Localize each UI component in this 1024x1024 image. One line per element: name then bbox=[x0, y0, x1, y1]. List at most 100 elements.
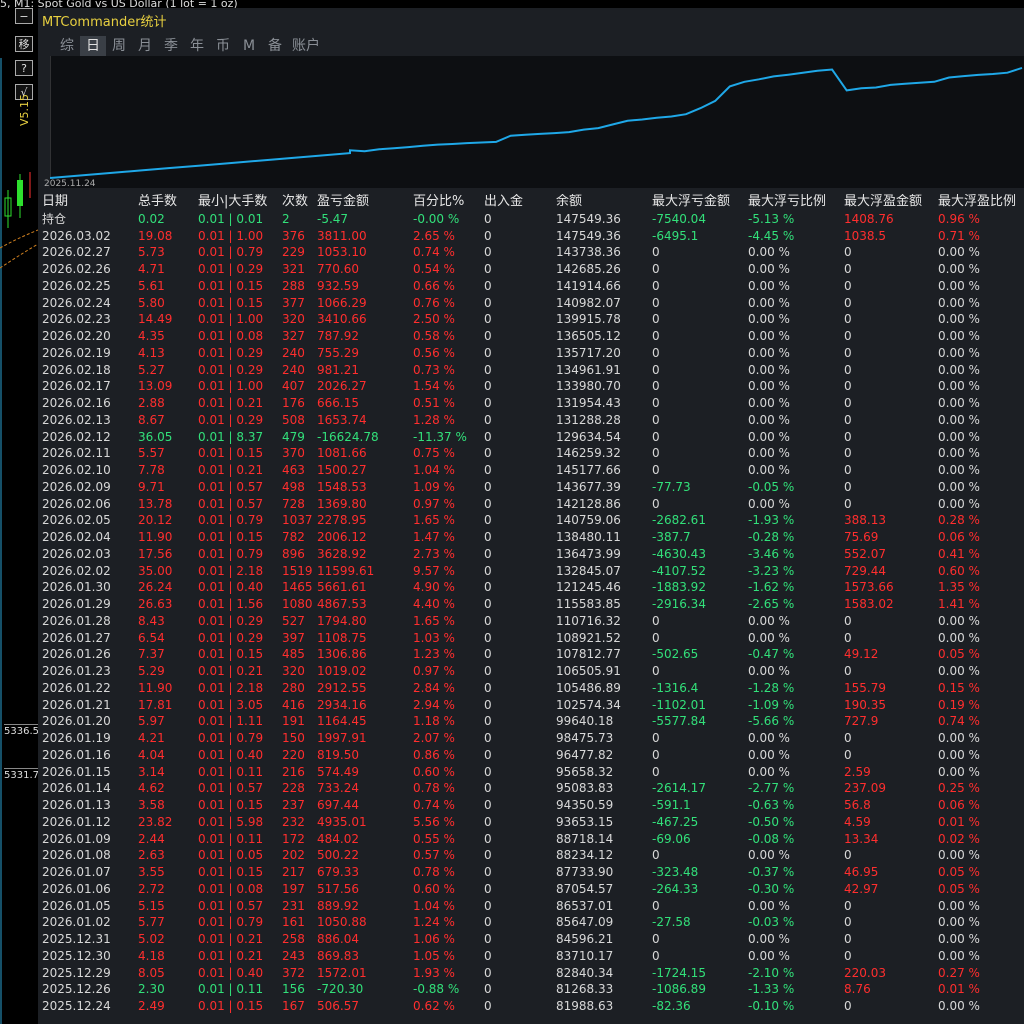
cell-min-max-lots: 0.01 | 2.18 bbox=[198, 680, 264, 695]
cell-deposit: 0 bbox=[484, 714, 492, 729]
cell-deposit: 0 bbox=[484, 345, 492, 360]
cell-date: 2026.01.21 bbox=[42, 697, 111, 712]
table-row: 2026.02.02 35.00 0.01 | 2.18 1519 11599.61 9.… bbox=[38, 563, 1024, 580]
table-row: 2026.01.09 2.44 0.01 | 0.11 172 484.02 0.55 %… bbox=[38, 831, 1024, 848]
cell-max-float-loss: 0 bbox=[652, 278, 660, 293]
cell-max-float-profit: 75.69 bbox=[844, 530, 879, 544]
cell-deposit: 0 bbox=[484, 982, 492, 997]
cell-percent: 2.94 % bbox=[413, 697, 455, 712]
cell-max-float-profit-pct: 0.00 % bbox=[938, 999, 980, 1013]
cell-percent: 0.62 % bbox=[413, 999, 455, 1013]
cell-max-float-profit: 0 bbox=[844, 496, 852, 511]
cell-total-lots: 5.29 bbox=[138, 664, 165, 678]
cell-total-lots: 26.63 bbox=[138, 597, 173, 611]
tab-4[interactable]: 季 bbox=[158, 36, 184, 56]
header-deposit: 出入金 bbox=[484, 194, 524, 209]
cell-deposit: 0 bbox=[484, 278, 492, 293]
cell-balance: 140759.06 bbox=[556, 513, 621, 528]
tab-7[interactable]: M bbox=[236, 36, 262, 56]
cell-balance: 85647.09 bbox=[556, 915, 614, 930]
cell-deposit: 0 bbox=[484, 546, 492, 561]
stats-panel: MTCommander统计 综日周月季年币 M 备账户 2025.11.24 日期 总… bbox=[38, 8, 1024, 1024]
cell-max-float-loss-pct: 0.00 % bbox=[748, 463, 790, 477]
cell-min-max-lots: 0.01 | 0.21 bbox=[198, 664, 264, 678]
cell-total-lots: 26.24 bbox=[138, 580, 173, 595]
cell-pnl: 2912.55 bbox=[317, 680, 367, 695]
price-label: 5331.7 bbox=[4, 768, 38, 782]
cell-deposit: 0 bbox=[484, 932, 492, 946]
cell-min-max-lots: 0.01 | 0.11 bbox=[198, 831, 264, 846]
cell-percent: 2.65 % bbox=[413, 228, 455, 243]
tab-9[interactable]: 账户 bbox=[288, 36, 324, 56]
cell-percent: 2.84 % bbox=[413, 680, 455, 695]
cell-count: 243 bbox=[282, 948, 305, 963]
cell-deposit: 0 bbox=[484, 463, 492, 477]
cell-count: 229 bbox=[282, 245, 305, 260]
cell-max-float-loss-pct: 0.00 % bbox=[748, 932, 790, 946]
cell-date: 2025.12.26 bbox=[42, 982, 111, 997]
help-button[interactable]: ? bbox=[15, 60, 33, 76]
cell-total-lots: 2.44 bbox=[138, 831, 165, 846]
cell-max-float-loss: 0 bbox=[652, 898, 660, 913]
tab-6[interactable]: 币 bbox=[210, 36, 236, 56]
cell-pnl: 4867.53 bbox=[317, 597, 367, 611]
cell-max-float-profit: 190.35 bbox=[844, 697, 886, 712]
cell-pnl: 1653.74 bbox=[317, 412, 367, 427]
cell-percent: 1.18 % bbox=[413, 714, 455, 729]
cell-total-lots: 0.02 bbox=[138, 211, 165, 226]
cell-max-float-loss: -502.65 bbox=[652, 647, 699, 662]
cell-max-float-loss-pct: 0.00 % bbox=[748, 630, 790, 645]
cell-count: 416 bbox=[282, 697, 305, 712]
cell-pnl: -720.30 bbox=[317, 982, 364, 997]
cell-count: 1519 bbox=[282, 563, 313, 578]
move-button[interactable]: 移 bbox=[15, 36, 33, 52]
tab-1[interactable]: 日 bbox=[80, 36, 106, 56]
cell-date: 2026.01.09 bbox=[42, 831, 111, 846]
cell-pnl: 886.04 bbox=[317, 932, 359, 946]
table-row: 2026.02.23 14.49 0.01 | 1.00 320 3410.66 2.50… bbox=[38, 311, 1024, 328]
cell-count: 280 bbox=[282, 680, 305, 695]
minimize-button[interactable]: − bbox=[15, 8, 33, 24]
cell-max-float-loss-pct: -2.77 % bbox=[748, 781, 795, 796]
cell-balance: 88234.12 bbox=[556, 848, 614, 863]
table-row: 2026.01.29 26.63 0.01 | 1.56 1080 4867.53 4.4… bbox=[38, 596, 1024, 613]
cell-balance: 95083.83 bbox=[556, 781, 614, 796]
cell-max-float-loss: -4107.52 bbox=[652, 563, 706, 578]
cell-max-float-loss-pct: 0.00 % bbox=[748, 747, 790, 762]
cell-count: 320 bbox=[282, 312, 305, 327]
cell-pnl: 1108.75 bbox=[317, 630, 367, 645]
cell-count: 220 bbox=[282, 747, 305, 762]
table-row: 2026.02.06 13.78 0.01 | 0.57 728 1369.80 0.97… bbox=[38, 496, 1024, 513]
table-row: 2026.01.26 7.37 0.01 | 0.15 485 1306.86 1.23 … bbox=[38, 646, 1024, 663]
cell-max-float-profit: 0 bbox=[844, 463, 852, 477]
table-row: 2026.01.27 6.54 0.01 | 0.29 397 1108.75 1.03 … bbox=[38, 630, 1024, 647]
cell-max-float-loss-pct: -1.33 % bbox=[748, 982, 795, 997]
cell-deposit: 0 bbox=[484, 496, 492, 511]
cell-max-float-loss: -5577.84 bbox=[652, 714, 706, 729]
cell-deposit: 0 bbox=[484, 731, 492, 745]
header-balance: 余额 bbox=[556, 194, 583, 209]
period-tabs: 综日周月季年币 M 备账户 bbox=[54, 36, 324, 56]
cell-total-lots: 5.27 bbox=[138, 362, 165, 377]
cell-min-max-lots: 0.01 | 1.56 bbox=[198, 597, 264, 611]
cell-max-float-profit: 0 bbox=[844, 295, 852, 310]
tab-3[interactable]: 月 bbox=[132, 36, 158, 56]
tab-8[interactable]: 备 bbox=[262, 36, 288, 56]
tab-5[interactable]: 年 bbox=[184, 36, 210, 56]
cell-max-float-profit-pct: 0.71 % bbox=[938, 228, 980, 243]
cell-min-max-lots: 0.01 | 0.29 bbox=[198, 262, 264, 276]
header-total-lots: 总手数 bbox=[138, 194, 178, 209]
tab-0[interactable]: 综 bbox=[54, 36, 80, 56]
tab-2[interactable]: 周 bbox=[106, 36, 132, 56]
cell-count: 372 bbox=[282, 965, 305, 980]
table-header: 日期 总手数 最小|大手数 次数 盈亏金额 百分比% 出入金 余额 最大浮亏金额 最大浮亏比例 最大… bbox=[38, 194, 1024, 211]
cell-max-float-loss-pct: -0.30 % bbox=[748, 881, 795, 896]
cell-max-float-loss-pct: -1.09 % bbox=[748, 697, 795, 712]
cell-max-float-profit-pct: 0.15 % bbox=[938, 680, 980, 695]
cell-min-max-lots: 0.01 | 2.18 bbox=[198, 563, 264, 578]
table-row: 2026.01.21 17.81 0.01 | 3.05 416 2934.16 2.94… bbox=[38, 697, 1024, 714]
cell-date: 2025.12.30 bbox=[42, 948, 111, 963]
cell-date: 2026.02.12 bbox=[42, 429, 111, 444]
cell-count: 176 bbox=[282, 396, 305, 410]
cell-deposit: 0 bbox=[484, 295, 492, 310]
